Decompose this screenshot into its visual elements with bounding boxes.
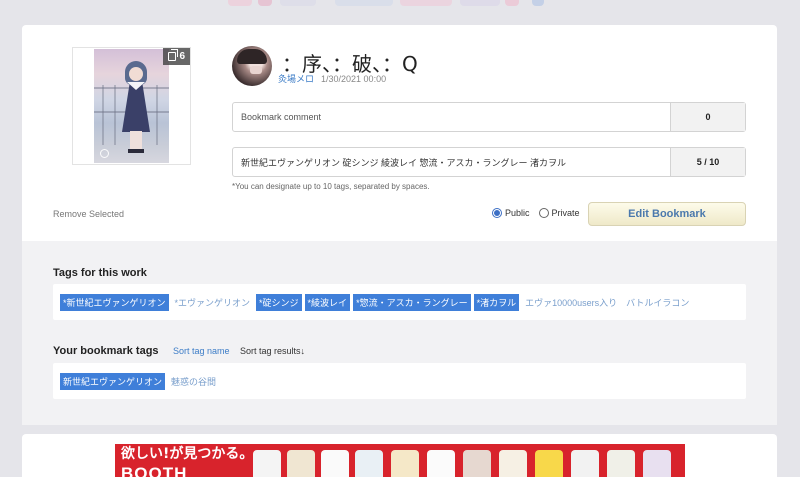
work-tag[interactable]: *新世紀エヴァンゲリオン [60,293,169,311]
product-thumbnail [287,450,315,477]
work-tag[interactable]: バトルイラコン [623,294,692,311]
bookmark-tags-input[interactable]: 新世紀エヴァンゲリオン 碇シンジ 綾波レイ 惣流・アスカ・ラングレー 渚カヲル [233,148,670,176]
product-thumbnail [643,450,671,477]
public-radio[interactable] [492,208,502,218]
booth-banner[interactable]: 欲しい!が見つかる。 BOOTH [115,444,685,477]
work-tag[interactable]: *綾波レイ [304,293,351,311]
private-label: Private [551,208,580,218]
work-tags-heading: Tags for this work [53,267,147,279]
tags-hint: *You can designate up to 10 tags, separa… [232,182,430,191]
bookmark-comment-input[interactable]: Bookmark comment [233,103,670,131]
post-date: 1/30/2021 00:00 [321,74,387,84]
artwork-image [94,49,169,163]
remove-selected-link[interactable]: Remove Selected [53,209,124,219]
work-tag[interactable]: *渚カヲル [473,293,520,311]
work-tags-list: *新世紀エヴァンゲリオン *エヴァンゲリオン *碇シンジ *綾波レイ *惣流・ア… [53,284,746,320]
product-thumbnail [253,450,281,477]
multiple-pages-icon [168,49,179,61]
product-thumbnail [355,450,383,477]
product-thumbnail [499,450,527,477]
booth-ad-card: 欲しい!が見つかる。 BOOTH [22,434,777,477]
edit-bookmark-button[interactable]: Edit Bookmark [588,202,746,226]
product-thumbnail [427,450,455,477]
strip-decoration [335,0,393,6]
strip-decoration [280,0,316,6]
page-count-badge: 6 [163,48,190,65]
author-avatar[interactable] [232,46,272,86]
product-thumbnail [535,450,563,477]
author-line: 灸場メロ 1/30/2021 00:00 [278,72,386,85]
sort-tag-results-link[interactable]: Sort tag results↓ [240,346,305,356]
tag-count: 5 / 10 [670,148,745,176]
strip-decoration [460,0,500,6]
strip-decoration [532,0,544,6]
strip-decoration [258,0,272,6]
your-tags-list: 新世紀エヴァンゲリオン 魅惑の谷間 [53,363,746,399]
booth-tagline: 欲しい!が見つかる。 [121,446,254,462]
product-thumbnail [571,450,599,477]
product-thumbnail [321,450,349,477]
bookmark-edit-card: 6 ：序、：破、：Q 灸場メロ 1/30/2021 00:00 Bookmark … [22,25,777,241]
author-name-link[interactable]: 灸場メロ [278,74,314,84]
your-tag[interactable]: 魅惑の谷間 [168,373,219,390]
product-thumbnail [463,450,491,477]
product-thumbnail [391,450,419,477]
privacy-private-option[interactable]: Private [538,208,580,218]
your-tags-heading: Your bookmark tags [53,345,159,357]
tags-section: Tags for this work *新世紀エヴァンゲリオン *エヴァンゲリオ… [22,241,777,425]
sort-tag-name-link[interactable]: Sort tag name [173,346,230,356]
work-tag[interactable]: *エヴァンゲリオン [172,294,254,311]
artwork-thumbnail[interactable]: 6 [72,47,191,165]
product-thumbnail [607,450,635,477]
strip-decoration [228,0,252,6]
public-label: Public [505,208,530,218]
bookmark-comment-field[interactable]: Bookmark comment 0 [232,102,746,132]
page-count: 6 [179,51,185,62]
strip-decoration [505,0,519,6]
privacy-selector: Public Private [492,208,580,218]
your-tag[interactable]: 新世紀エヴァンゲリオン [60,372,166,390]
work-tag[interactable]: *惣流・アスカ・ラングレー [353,293,471,311]
work-tag[interactable]: *碇シンジ [256,293,302,311]
bookmark-tags-field[interactable]: 新世紀エヴァンゲリオン 碇シンジ 綾波レイ 惣流・アスカ・ラングレー 渚カヲル … [232,147,746,177]
booth-logo: BOOTH [121,464,188,477]
privacy-public-option[interactable]: Public [492,208,530,218]
private-radio[interactable] [538,208,549,218]
comment-char-count: 0 [670,103,745,131]
top-banner-strip [0,0,800,10]
strip-decoration [400,0,452,6]
work-tag[interactable]: エヴァ10000users入り [522,294,620,311]
